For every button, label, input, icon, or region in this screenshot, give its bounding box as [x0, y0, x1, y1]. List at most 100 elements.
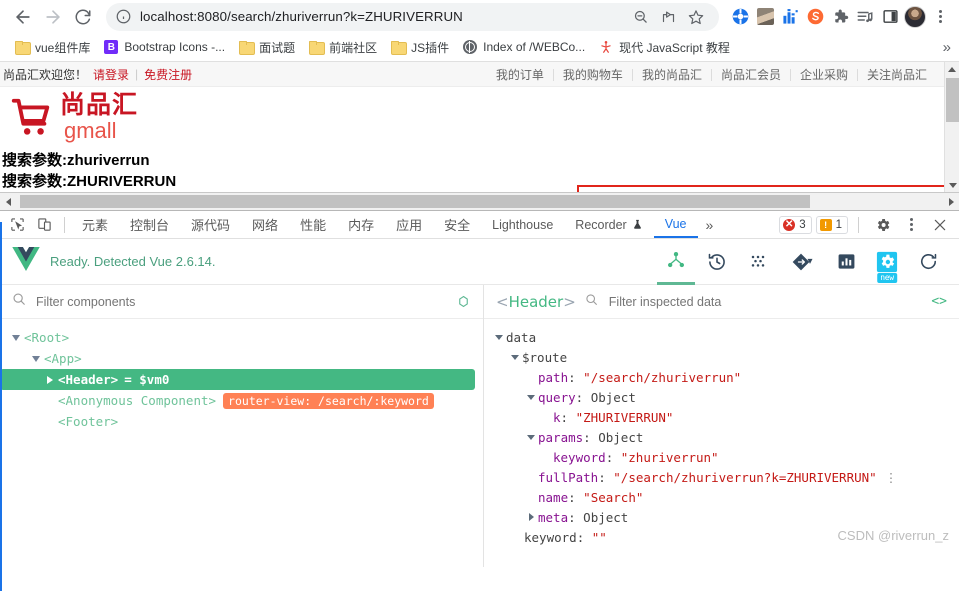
tab-performance[interactable]: 性能: [289, 211, 337, 238]
chevron-down-icon[interactable]: [524, 434, 538, 440]
topbar-link-enterprise[interactable]: 企业采购: [791, 68, 858, 81]
login-link[interactable]: 请登录: [93, 66, 129, 83]
tab-elements[interactable]: 元素: [71, 211, 119, 238]
bookmark-item[interactable]: vue组件库: [8, 36, 97, 59]
warning-badge[interactable]: ! 1: [815, 215, 848, 234]
data-row-keyword-param[interactable]: keyword: "zhuriverrun": [484, 447, 959, 467]
bookmark-item[interactable]: 面试题: [232, 36, 302, 59]
data-row-k[interactable]: k: "ZHURIVERRUN": [484, 407, 959, 427]
puzzle-extension-icon[interactable]: [829, 6, 851, 28]
bookmark-star-icon[interactable]: [683, 4, 709, 30]
tab-network[interactable]: 网络: [241, 211, 289, 238]
chevron-down-icon[interactable]: [524, 394, 538, 400]
tab-console[interactable]: 控制台: [119, 211, 180, 238]
tree-node-footer[interactable]: <Footer>: [0, 411, 483, 432]
playlist-icon[interactable]: [854, 6, 876, 28]
filter-components-input[interactable]: [34, 293, 448, 310]
more-vertical-icon[interactable]: [900, 218, 922, 231]
sogou-icon[interactable]: [804, 6, 826, 28]
row-more-icon[interactable]: ⋮: [885, 470, 899, 485]
inspect-element-icon[interactable]: [4, 212, 31, 238]
scroll-right-arrow-icon[interactable]: [943, 194, 959, 210]
refresh-button[interactable]: [909, 239, 947, 285]
chevron-down-icon[interactable]: ▾: [807, 256, 812, 267]
vuex-tab[interactable]: [739, 239, 777, 285]
chevron-right-icon[interactable]: [524, 513, 538, 521]
gear-icon[interactable]: [869, 212, 896, 238]
tab-sources[interactable]: 源代码: [180, 211, 241, 238]
bookmarks-overflow-icon[interactable]: »: [943, 39, 951, 56]
folder-icon: [309, 41, 326, 55]
data-row-query[interactable]: query: Object: [484, 387, 959, 407]
open-in-editor-icon[interactable]: <>: [931, 294, 947, 309]
topbar-link-member[interactable]: 尚品汇会员: [712, 68, 791, 81]
avatar[interactable]: [904, 5, 926, 28]
scroll-down-arrow-icon[interactable]: [945, 178, 959, 192]
tree-node-header[interactable]: <Header> = $vm0: [0, 369, 475, 390]
profile-photo-icon[interactable]: [754, 6, 776, 28]
tab-vue[interactable]: Vue: [653, 211, 698, 238]
data-row-data[interactable]: data: [484, 327, 959, 347]
page-horizontal-scrollbar[interactable]: [0, 193, 959, 211]
forward-button[interactable]: [38, 3, 68, 31]
chevron-down-icon[interactable]: [28, 355, 44, 362]
data-row-meta[interactable]: meta: Object: [484, 507, 959, 527]
settings-tab[interactable]: new: [868, 239, 906, 285]
reload-button[interactable]: [68, 3, 98, 31]
zoom-out-icon[interactable]: [627, 4, 653, 30]
tab-security[interactable]: 安全: [433, 211, 481, 238]
info-circle-icon[interactable]: [116, 9, 131, 24]
filter-inspected-data-input[interactable]: [606, 293, 923, 310]
tab-memory[interactable]: 内存: [337, 211, 385, 238]
scrollbar-thumb[interactable]: [20, 194, 810, 208]
scrollbar-thumb[interactable]: [946, 78, 959, 122]
data-row-fullpath[interactable]: fullPath: "/search/zhuriverrun?k=ZHURIVE…: [484, 467, 959, 487]
address-bar[interactable]: localhost:8080/search/zhuriverrun?k=ZHUR…: [106, 2, 719, 31]
chevron-down-icon[interactable]: [8, 334, 24, 341]
browser-menu-icon[interactable]: [929, 10, 951, 23]
routing-tab[interactable]: ▾: [780, 239, 824, 285]
timeline-tab[interactable]: [698, 239, 736, 285]
data-row-params[interactable]: params: Object: [484, 427, 959, 447]
topbar-link-follow[interactable]: 关注尚品汇: [858, 69, 931, 81]
adblock-icon[interactable]: [729, 6, 751, 28]
search-input[interactable]: [577, 185, 949, 192]
chevron-down-icon[interactable]: [508, 354, 522, 360]
share-icon[interactable]: [655, 4, 681, 30]
scroll-left-arrow-icon[interactable]: [0, 194, 16, 210]
data-row-name[interactable]: name: "Search": [484, 487, 959, 507]
close-icon[interactable]: [926, 212, 953, 238]
chevron-down-icon[interactable]: [492, 334, 506, 340]
bookmark-item[interactable]: JS插件: [384, 36, 456, 59]
register-link[interactable]: 免费注册: [144, 66, 192, 83]
tabs-overflow-icon[interactable]: »: [698, 217, 722, 233]
tab-recorder[interactable]: Recorder: [564, 211, 653, 238]
chevron-right-icon[interactable]: [42, 375, 58, 384]
bookmark-item[interactable]: Index of /WEBCo...: [456, 37, 592, 57]
tree-node-app[interactable]: <App>: [0, 348, 483, 369]
bookmark-item[interactable]: 前端社区: [302, 36, 384, 59]
tree-node-root[interactable]: <Root>: [0, 327, 483, 348]
tab-application[interactable]: 应用: [385, 211, 433, 238]
topbar-link-orders[interactable]: 我的订单: [487, 68, 554, 81]
tree-node-anonymous[interactable]: <Anonymous Component> router-view: /sear…: [0, 390, 483, 411]
site-logo[interactable]: 尚品汇 gmall: [8, 89, 138, 146]
bookmark-item[interactable]: B Bootstrap Icons -...: [97, 37, 232, 57]
target-select-icon[interactable]: [456, 294, 471, 309]
back-button[interactable]: [8, 3, 38, 31]
page-vertical-scrollbar[interactable]: [944, 62, 959, 192]
topbar-link-cart[interactable]: 我的购物车: [554, 68, 633, 81]
analytics-icon[interactable]: [779, 6, 801, 28]
scrollbar-track[interactable]: [16, 194, 943, 210]
performance-tab[interactable]: [827, 239, 865, 285]
data-row-route[interactable]: $route: [484, 347, 959, 367]
data-row-path[interactable]: path: "/search/zhuriverrun": [484, 367, 959, 387]
bookmark-item[interactable]: 现代 JavaScript 教程: [592, 36, 737, 59]
topbar-link-my-gmall[interactable]: 我的尚品汇: [633, 68, 712, 81]
device-toolbar-icon[interactable]: [31, 212, 58, 238]
scroll-up-arrow-icon[interactable]: [945, 62, 959, 77]
tab-lighthouse[interactable]: Lighthouse: [481, 211, 564, 238]
sidepanel-icon[interactable]: [879, 6, 901, 28]
components-tab[interactable]: [657, 239, 695, 285]
error-badge[interactable]: ✕ 3: [779, 215, 812, 234]
